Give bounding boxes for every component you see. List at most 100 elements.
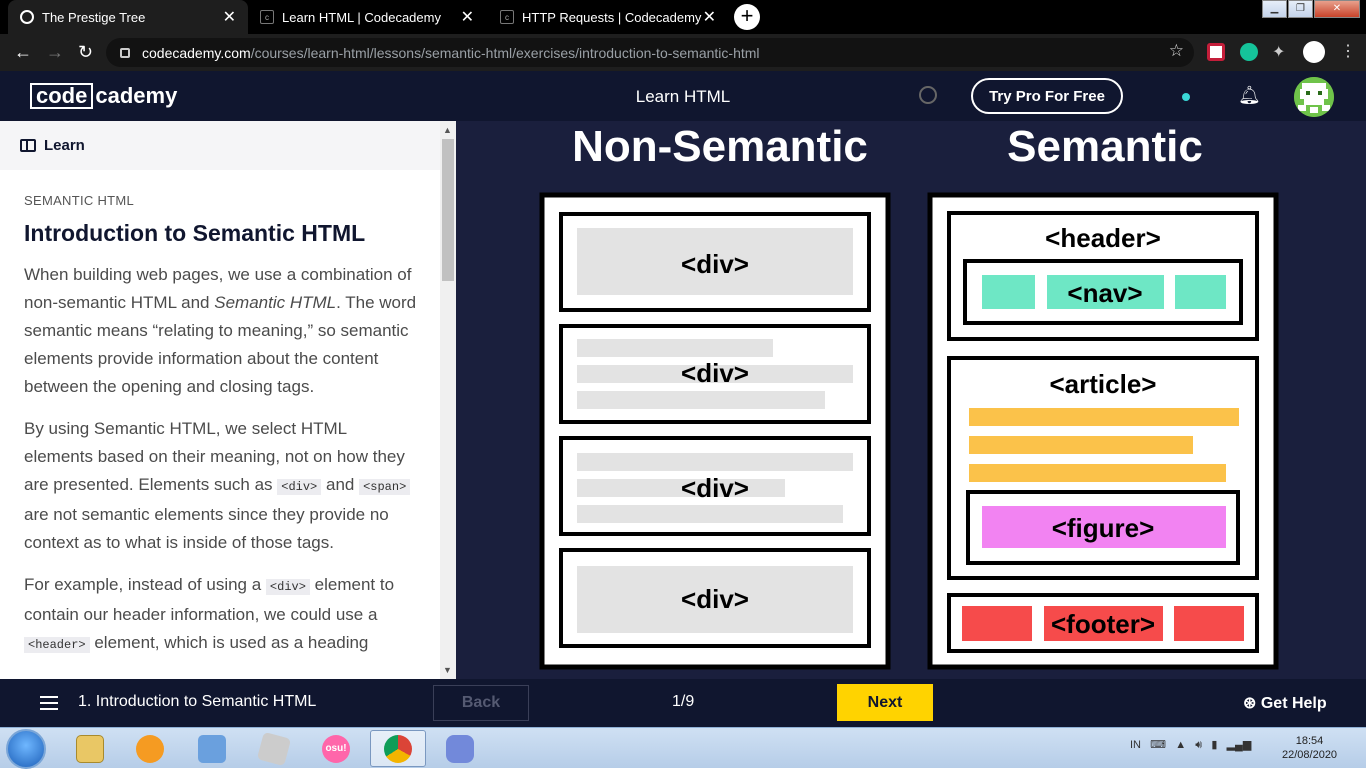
alarm-clock-icon[interactable]: [919, 86, 937, 104]
learn-tab[interactable]: Learn: [0, 121, 440, 170]
start-button[interactable]: [6, 729, 46, 769]
tab-title: HTTP Requests | Codecademy: [522, 9, 702, 25]
taskbar-chrome[interactable]: [370, 730, 426, 767]
article-line: [969, 464, 1226, 482]
grey-line: [577, 453, 853, 471]
lesson-content: SEMANTIC HTML Introduction to Semantic H…: [24, 193, 419, 659]
extension-shield-icon[interactable]: [1207, 43, 1225, 61]
avatar[interactable]: [1294, 77, 1334, 117]
semantic-diagram: Non-Semantic Semantic <div> <div> <div> …: [456, 121, 1366, 679]
bell-icon[interactable]: 🔔︎: [1238, 85, 1261, 106]
footer-block: [1174, 606, 1244, 641]
footer-label: <footer>: [1051, 609, 1155, 639]
header-label: <header>: [1045, 223, 1161, 253]
lesson-eyebrow: SEMANTIC HTML: [24, 193, 135, 208]
taskbar-roblox[interactable]: [246, 730, 302, 767]
paragraph-2: By using Semantic HTML, we select HTML e…: [24, 415, 419, 557]
chrome-icon: [384, 734, 412, 763]
status-dot: [1182, 93, 1190, 101]
learn-label: Learn: [44, 137, 85, 154]
tab-title: The Prestige Tree: [42, 9, 146, 25]
codecademy-favicon-icon: c: [500, 10, 514, 24]
scroll-down-icon[interactable]: ▼: [443, 665, 452, 675]
system-tray: IN ⌨ ▲ 🔊︎ ▮ ▂▄▆: [1130, 739, 1252, 751]
grey-line: [577, 391, 825, 409]
lock-icon: [120, 47, 130, 58]
scroll-up-icon[interactable]: ▲: [443, 125, 452, 135]
article-line: [969, 436, 1193, 454]
hamburger-menu-icon[interactable]: [40, 696, 58, 710]
tab-prestige-tree[interactable]: The Prestige Tree ✕: [8, 0, 248, 34]
tab-title: Learn HTML | Codecademy: [282, 9, 441, 25]
address-bar[interactable]: codecademy.com/courses/learn-html/lesson…: [106, 38, 1194, 67]
lifebuoy-icon: ⊛: [1243, 695, 1261, 712]
next-button[interactable]: Next: [837, 684, 933, 721]
extensions-puzzle-icon[interactable]: ✦: [1272, 42, 1285, 62]
site-header: code cademy Learn HTML Try Pro For Free 🔔…: [0, 71, 1366, 121]
menu-dots-icon[interactable]: ⋮: [1340, 41, 1356, 61]
pixel-avatar-icon: [1294, 77, 1334, 117]
back-arrow-icon[interactable]: ←: [14, 42, 32, 63]
maximize-button[interactable]: ❐: [1288, 0, 1313, 18]
browser-toolbar: ← → ↻ codecademy.com/courses/learn-html/…: [0, 34, 1366, 71]
taskbar-media-player[interactable]: [122, 730, 178, 767]
figure-label: <figure>: [1052, 513, 1155, 543]
nav-label: <nav>: [1067, 278, 1142, 308]
browser-tab-bar: The Prestige Tree ✕ c Learn HTML | Codec…: [0, 0, 1366, 34]
inline-code: <header>: [24, 637, 90, 653]
semantic-title: Semantic: [1007, 122, 1203, 171]
try-pro-button[interactable]: Try Pro For Free: [971, 78, 1123, 114]
globe-icon: [20, 10, 34, 24]
bookmark-star-icon[interactable]: ☆: [1169, 41, 1184, 61]
clock[interactable]: 18:54 22/08/2020: [1282, 734, 1337, 762]
lesson-panel: Learn SEMANTIC HTML Introduction to Sema…: [0, 121, 456, 679]
article-line: [969, 408, 1239, 426]
taskbar-explorer[interactable]: [62, 730, 118, 767]
inline-code: <div>: [265, 579, 310, 595]
div-label: <div>: [681, 473, 749, 503]
url-host: codecademy.com: [142, 44, 251, 61]
panel-scrollbar[interactable]: ▲ ▼: [440, 121, 456, 679]
grey-line: [577, 505, 843, 523]
osu-icon: osu!: [322, 734, 350, 763]
paragraph-1: When building web pages, we use a combin…: [24, 265, 417, 396]
diagram-svg: Non-Semantic Semantic <div> <div> <div> …: [539, 122, 1279, 670]
close-window-button[interactable]: ✕: [1314, 0, 1360, 18]
taskbar-osu[interactable]: osu!: [308, 730, 364, 767]
folder-icon: [76, 734, 104, 763]
forward-arrow-icon[interactable]: →: [46, 42, 64, 63]
reload-icon[interactable]: ↻: [78, 42, 93, 63]
taskbar-discord[interactable]: [432, 730, 488, 767]
inline-code: <span>: [359, 479, 411, 495]
paint-icon: [198, 734, 226, 763]
tab-http-requests[interactable]: c HTTP Requests | Codecademy ✕: [488, 0, 728, 34]
article-label: <article>: [1050, 369, 1157, 399]
codecademy-favicon-icon: c: [260, 10, 274, 24]
profile-icon[interactable]: [1303, 41, 1325, 63]
nav-block: [982, 275, 1035, 309]
minimize-button[interactable]: ▁: [1262, 0, 1287, 18]
course-title: Learn HTML: [635, 87, 731, 106]
inline-code: <div>: [277, 479, 322, 495]
get-help-button[interactable]: ⊛ Get Help: [1243, 693, 1327, 713]
media-player-icon: [136, 734, 164, 763]
back-button[interactable]: Back: [433, 685, 529, 721]
taskbar-paint[interactable]: [184, 730, 240, 767]
nav-block: [1175, 275, 1226, 309]
language-indicator[interactable]: IN: [1130, 739, 1141, 751]
lesson-name[interactable]: 1. Introduction to Semantic HTML: [78, 693, 316, 711]
close-tab-icon[interactable]: ✕: [223, 7, 236, 27]
footer-block: [962, 606, 1032, 641]
new-tab-button[interactable]: +: [734, 4, 760, 30]
discord-icon: [446, 734, 474, 763]
close-tab-icon[interactable]: ✕: [703, 7, 716, 27]
scrollbar-thumb[interactable]: [442, 139, 454, 281]
close-tab-icon[interactable]: ✕: [461, 7, 474, 27]
div-label: <div>: [681, 584, 749, 614]
grey-line: [577, 339, 773, 357]
windows-taskbar: osu! IN ⌨ ▲ 🔊︎ ▮ ▂▄▆ 18:54 22/08/2020: [0, 727, 1366, 769]
tab-learn-html[interactable]: c Learn HTML | Codecademy ✕: [248, 0, 486, 34]
lesson-title: Introduction to Semantic HTML: [24, 220, 366, 246]
paragraph-3: For example, instead of using a <div> el…: [24, 575, 395, 653]
grammarly-icon[interactable]: [1240, 43, 1258, 61]
